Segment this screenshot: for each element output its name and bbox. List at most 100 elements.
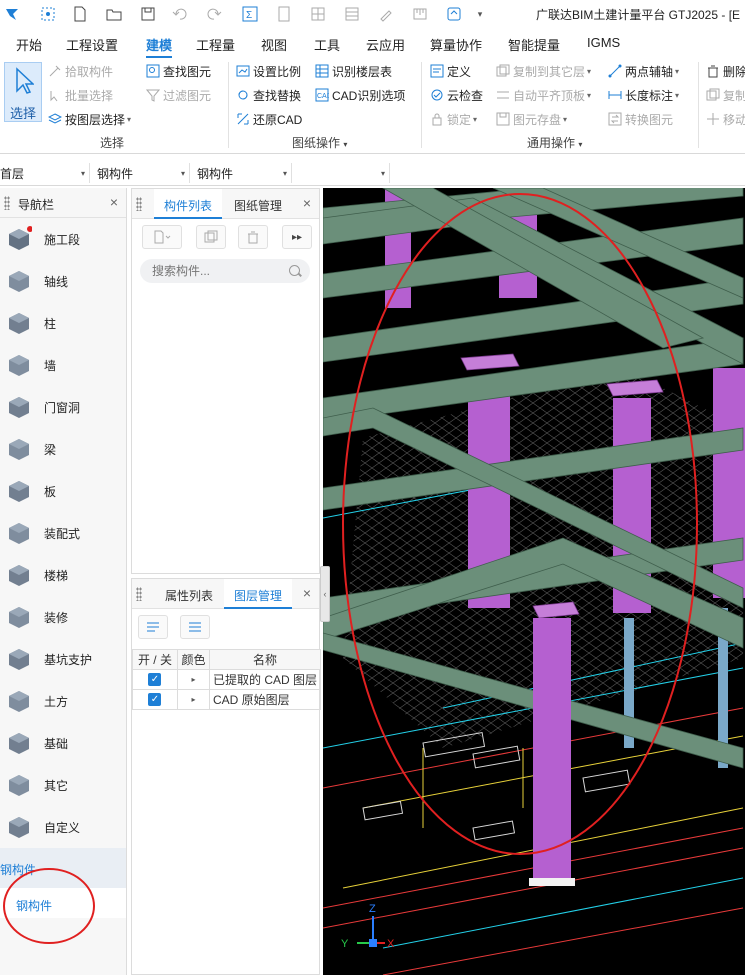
tab-cloud[interactable]: 云应用	[366, 35, 405, 54]
nav-item-foundation[interactable]: 基础	[0, 722, 126, 764]
nav-item-stair[interactable]: 楼梯	[0, 554, 126, 596]
copy-component-button[interactable]	[196, 225, 226, 249]
layer-toggle[interactable]: ✓	[132, 689, 178, 710]
component-search-input[interactable]	[152, 263, 282, 279]
cad-recognition-options-button[interactable]: CAD CAD识别选项	[315, 85, 405, 105]
auto-flat-slab-button[interactable]: 自动平齐顶板 ▾	[496, 85, 591, 105]
two-point-axis-button[interactable]: 两点辅轴 ▾	[608, 61, 679, 81]
expand-arrow-icon[interactable]: ▸	[176, 689, 210, 710]
tab-modeling[interactable]: 建模	[146, 35, 173, 58]
quick-access-more-icon[interactable]: ▾	[470, 4, 490, 24]
tab-property-list[interactable]: 属性列表	[154, 579, 224, 609]
nav-item-slab[interactable]: 板	[0, 470, 126, 512]
table-icon[interactable]	[342, 4, 362, 24]
show-layer-button[interactable]	[138, 615, 168, 639]
redo-icon[interactable]	[204, 4, 224, 24]
drag-handle-icon[interactable]	[4, 196, 10, 210]
new-component-button[interactable]	[142, 225, 182, 249]
nav-item-custom[interactable]: 自定义	[0, 806, 126, 848]
save-icon[interactable]	[138, 4, 158, 24]
tab-view[interactable]: 视图	[261, 35, 287, 54]
edit-icon[interactable]	[376, 4, 396, 24]
open-folder-icon[interactable]	[104, 4, 124, 24]
3d-model-canvas[interactable]: Z Y X	[323, 188, 745, 975]
define-button[interactable]: 定义	[430, 61, 471, 81]
tab-component-list[interactable]: 构件列表	[154, 189, 222, 219]
sum-icon[interactable]: Σ	[240, 4, 260, 24]
ruler-icon[interactable]	[410, 4, 430, 24]
delete-button[interactable]: 删除	[706, 61, 745, 81]
selection-tool-icon[interactable]	[38, 4, 58, 24]
sync-icon[interactable]	[444, 4, 464, 24]
expand-arrow-icon[interactable]: ▸	[176, 669, 210, 690]
tab-layer-management[interactable]: 图层管理	[224, 579, 292, 609]
copy-button[interactable]: 复制	[706, 85, 745, 105]
nav-item-earthwork[interactable]: 土方	[0, 680, 126, 722]
restore-cad-icon	[236, 112, 250, 126]
floor-dropdown[interactable]: 首层 ▾	[0, 163, 90, 183]
undo-icon[interactable]	[170, 4, 190, 24]
grid-icon[interactable]	[308, 4, 328, 24]
category-dropdown[interactable]: 钢构件 ▾	[97, 163, 190, 183]
component-name-dropdown[interactable]: ▾	[298, 163, 390, 183]
cloud-check-button[interactable]: 云检查	[430, 85, 483, 105]
close-icon[interactable]: ×	[110, 194, 118, 210]
close-icon[interactable]: ×	[303, 195, 311, 211]
lock-button[interactable]: 锁定 ▾	[430, 109, 477, 129]
tab-smart-takeoff[interactable]: 智能提量	[508, 35, 560, 54]
close-icon[interactable]: ×	[303, 585, 311, 601]
drag-handle-icon[interactable]	[136, 587, 142, 601]
expand-more-button[interactable]: ▸▸	[282, 225, 312, 249]
nav-item-pit-support[interactable]: 基坑支护	[0, 638, 126, 680]
find-element-button[interactable]: 查找图元	[146, 61, 211, 81]
identify-floor-table-button[interactable]: 识别楼层表	[315, 61, 392, 81]
restore-cad-button[interactable]: 还原CAD	[236, 109, 302, 129]
nav-item-axis[interactable]: 轴线	[0, 260, 126, 302]
new-file-icon[interactable]	[70, 4, 90, 24]
tab-quantities[interactable]: 工程量	[196, 35, 235, 54]
select-by-layer-button[interactable]: 按图层选择 ▾	[47, 109, 131, 129]
nav-item-wall[interactable]: 墙	[0, 344, 126, 386]
nav-item-decoration[interactable]: 装修	[0, 596, 126, 638]
nav-item-beam[interactable]: 梁	[0, 428, 126, 470]
move-button[interactable]: 移动	[706, 109, 745, 129]
nav-item-door-window-opening[interactable]: 门窗洞	[0, 386, 126, 428]
tab-tools[interactable]: 工具	[314, 35, 340, 54]
copy-to-floors-button[interactable]: 复制到其它层 ▾	[496, 61, 591, 81]
length-dimension-button[interactable]: 长度标注 ▾	[608, 85, 679, 105]
search-icon[interactable]	[289, 265, 300, 276]
tab-project-settings[interactable]: 工程设置	[66, 35, 118, 54]
checkbox-checked-icon[interactable]: ✓	[148, 673, 162, 686]
table-row[interactable]: ✓ ▸ CAD 原始图层	[132, 689, 322, 710]
axis-y-label: Y	[341, 938, 349, 950]
tab-drawing-management[interactable]: 图纸管理	[224, 189, 292, 219]
tab-collaboration[interactable]: 算量协作	[430, 35, 482, 54]
hide-layer-button[interactable]	[180, 615, 210, 639]
nav-item-column[interactable]: 柱	[0, 302, 126, 344]
report-icon[interactable]	[274, 4, 294, 24]
nav-item-construction-stage[interactable]: 施工段	[0, 218, 126, 260]
tab-start[interactable]: 开始	[16, 35, 42, 54]
tab-igms[interactable]: IGMS	[587, 35, 620, 50]
batch-select-button[interactable]: 批量选择	[48, 85, 113, 105]
ribbon-divider	[698, 62, 699, 148]
layer-toggle[interactable]: ✓	[132, 669, 178, 690]
layer-management-panel: 属性列表 图层管理 × 开 / 关 颜色 名称 ✓ ▸ 已提取的 CAD 图层 …	[131, 578, 322, 975]
find-replace-button[interactable]: 查找替换	[236, 85, 301, 105]
nav-item-prefab[interactable]: 装配式	[0, 512, 126, 554]
save-element-button[interactable]: 图元存盘 ▾	[496, 109, 567, 129]
pick-component-button[interactable]: 拾取构件	[48, 61, 113, 81]
component-type-dropdown[interactable]: 钢构件 ▾	[197, 163, 292, 183]
filter-element-button[interactable]: 过滤图元	[145, 85, 211, 105]
collapse-panel-handle[interactable]: ‹	[320, 566, 330, 622]
table-row[interactable]: ✓ ▸ 已提取的 CAD 图层	[132, 669, 322, 690]
layer-name: 已提取的 CAD 图层	[208, 669, 322, 690]
convert-element-button[interactable]: 转换图元	[608, 109, 673, 129]
delete-component-button[interactable]	[238, 225, 268, 249]
checkbox-checked-icon[interactable]: ✓	[148, 693, 162, 706]
nav-item-other[interactable]: 其它	[0, 764, 126, 806]
select-button[interactable]: 选择	[4, 62, 42, 122]
model-viewport[interactable]: Z Y X	[323, 188, 745, 975]
set-scale-button[interactable]: 设置比例	[236, 61, 301, 81]
drag-handle-icon[interactable]	[136, 197, 142, 211]
